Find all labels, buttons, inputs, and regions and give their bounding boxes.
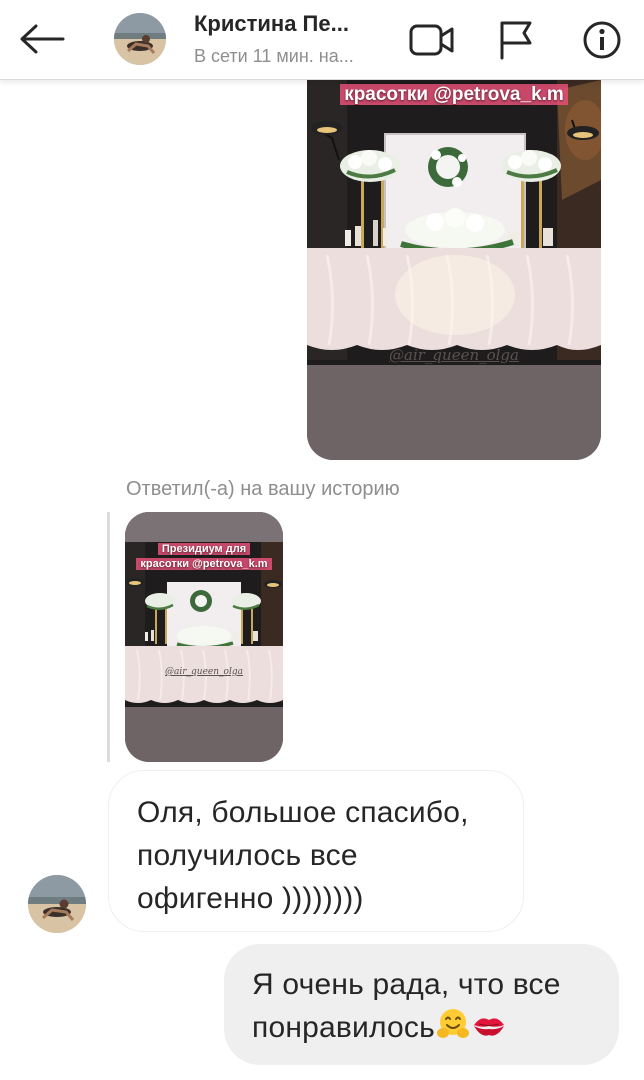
incoming-message-bubble[interactable]: Оля, большое спасибо, получилось все офи…: [108, 770, 524, 932]
story-caption: красотки @petrova_k.m: [307, 84, 601, 106]
online-status: В сети 11 мин. на...: [194, 46, 354, 66]
story-watermark: @air_queen_olga: [389, 346, 519, 364]
message-text: Я очень рада, что все понравилось: [252, 963, 591, 1053]
hugging-face-icon: [435, 1007, 471, 1053]
video-camera-icon: [409, 24, 454, 56]
shared-story-image[interactable]: красотки @petrova_k.m @air_queen_olga: [307, 60, 601, 460]
arrow-left-icon: [20, 24, 65, 54]
message-text: Оля, большое спасибо, получилось все офи…: [137, 796, 469, 915]
outgoing-message-bubble[interactable]: Я очень рада, что все понравилось: [224, 944, 619, 1065]
report-button[interactable]: [492, 16, 540, 64]
info-icon: [583, 21, 621, 59]
back-button[interactable]: [14, 14, 70, 64]
flag-icon: [500, 21, 532, 60]
story-caption: Президиум для красотки @petrova_k.m: [125, 542, 283, 572]
reply-to-story-label: Ответил(-а) на вашу историю: [126, 478, 400, 500]
contact-name[interactable]: Кристина Пе...: [194, 11, 374, 37]
story-photo: [307, 60, 601, 460]
video-call-button[interactable]: [408, 16, 456, 64]
story-watermark: @air_queen_olga: [165, 667, 243, 677]
info-button[interactable]: [578, 16, 626, 64]
quoted-story-thumbnail[interactable]: Президиум для красотки @petrova_k.m @air…: [125, 512, 283, 762]
kiss-mark-icon: [471, 1010, 507, 1053]
avatar[interactable]: [114, 13, 166, 65]
reply-quote-bar: [107, 512, 110, 762]
sender-avatar[interactable]: [28, 875, 86, 933]
chat-header: Кристина Пе... В сети 11 мин. на...: [0, 0, 644, 80]
